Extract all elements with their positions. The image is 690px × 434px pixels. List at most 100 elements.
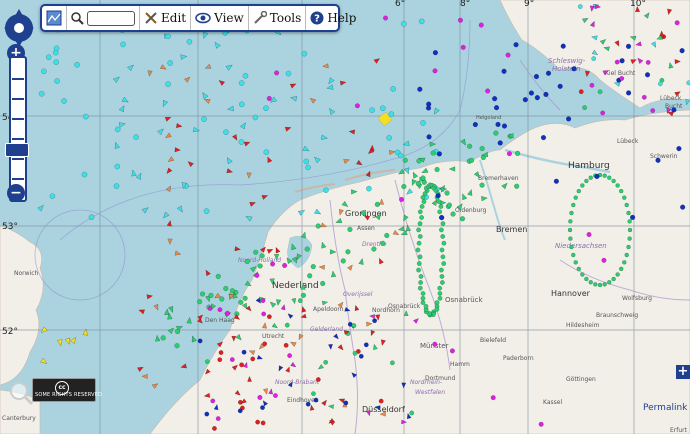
vessel-dot-icon[interactable] — [297, 298, 303, 304]
vessel-dot-icon[interactable] — [490, 395, 496, 401]
vessel-dot-icon[interactable] — [301, 50, 308, 57]
vessel-dot-icon[interactable] — [266, 314, 272, 320]
vessel-dot-icon[interactable] — [263, 149, 270, 155]
vessel-dot-icon[interactable] — [351, 323, 357, 328]
vessel-dot-icon[interactable] — [479, 182, 485, 188]
vessel-dot-icon[interactable] — [114, 126, 121, 133]
vessel-dot-icon[interactable] — [582, 105, 588, 111]
vessel-dot-icon[interactable] — [485, 88, 491, 94]
vessel-dot-icon[interactable] — [560, 43, 566, 49]
vessel-dot-icon[interactable] — [417, 234, 423, 239]
vessel-dot-icon[interactable] — [607, 175, 612, 180]
vessel-dot-icon[interactable] — [588, 175, 593, 180]
vessel-dot-icon[interactable] — [372, 318, 378, 324]
vessel-dot-icon[interactable] — [383, 15, 389, 21]
vessel-dot-icon[interactable] — [201, 116, 207, 122]
vessel-dot-icon[interactable] — [602, 173, 607, 178]
vessel-dot-icon[interactable] — [114, 163, 121, 170]
vessel-dot-icon[interactable] — [197, 338, 203, 344]
vessel-dot-icon[interactable] — [439, 247, 445, 253]
vessel-dot-icon[interactable] — [196, 299, 203, 305]
vessel-dot-icon[interactable] — [593, 282, 598, 287]
vessel-dot-icon[interactable] — [45, 54, 52, 61]
vessel-dot-icon[interactable] — [384, 232, 390, 239]
vessel-dot-icon[interactable] — [223, 285, 229, 292]
vessel-dot-icon[interactable] — [459, 216, 466, 222]
vessel-dot-icon[interactable] — [420, 291, 426, 296]
vessel-dot-icon[interactable] — [260, 405, 265, 410]
vessel-dot-icon[interactable] — [419, 215, 425, 220]
vessel-dot-icon[interactable] — [584, 178, 589, 184]
vessel-dot-icon[interactable] — [597, 282, 603, 288]
vessel-dot-icon[interactable] — [578, 89, 584, 95]
vessel-dot-icon[interactable] — [568, 236, 573, 241]
vessel-dot-icon[interactable] — [389, 360, 395, 366]
vessel-dot-icon[interactable] — [626, 210, 631, 216]
vessel-dot-icon[interactable] — [257, 263, 263, 269]
vessel-dot-icon[interactable] — [568, 219, 573, 224]
vessel-dot-icon[interactable] — [229, 357, 235, 362]
vessel-dot-icon[interactable] — [244, 258, 250, 265]
vessel-dot-icon[interactable] — [167, 60, 173, 66]
vessel-dot-icon[interactable] — [417, 209, 423, 215]
vessel-dot-icon[interactable] — [625, 43, 632, 49]
vessel-dot-icon[interactable] — [274, 70, 280, 76]
vessel-dot-icon[interactable] — [569, 210, 574, 216]
vessel-dot-icon[interactable] — [323, 187, 329, 194]
vessel-dot-icon[interactable] — [626, 90, 632, 96]
vessel-dot-icon[interactable] — [439, 215, 445, 221]
vessel-dot-icon[interactable] — [437, 209, 443, 215]
vessel-dot-icon[interactable] — [415, 247, 421, 253]
vessel-dot-icon[interactable] — [416, 158, 422, 164]
vessel-dot-icon[interactable] — [421, 199, 427, 205]
vessel-dot-icon[interactable] — [160, 335, 166, 341]
vessel-dot-icon[interactable] — [418, 280, 424, 285]
vessel-dot-icon[interactable] — [457, 17, 463, 23]
vessel-dot-icon[interactable] — [674, 20, 680, 26]
vessel-dot-icon[interactable] — [446, 202, 453, 208]
vessel-dot-icon[interactable] — [186, 39, 193, 45]
vessel-dot-icon[interactable] — [345, 249, 351, 255]
vessel-dot-icon[interactable] — [467, 143, 473, 149]
vessel-dot-icon[interactable] — [580, 183, 585, 188]
vessel-dot-icon[interactable] — [208, 292, 214, 299]
vessel-dot-icon[interactable] — [420, 300, 426, 305]
vessel-dot-icon[interactable] — [438, 204, 444, 209]
vessel-dot-icon[interactable] — [311, 391, 316, 397]
vessel-dot-icon[interactable] — [237, 408, 243, 414]
vessel-dot-icon[interactable] — [586, 232, 592, 238]
vessel-dot-icon[interactable] — [441, 261, 447, 266]
vessel-dot-icon[interactable] — [615, 183, 620, 188]
vessel-dot-icon[interactable] — [255, 419, 261, 425]
vessel-dot-icon[interactable] — [671, 107, 677, 113]
vessel-dot-icon[interactable] — [450, 211, 456, 217]
vessel-dot-icon[interactable] — [534, 95, 540, 101]
vessel-dot-icon[interactable] — [624, 202, 629, 208]
vessel-dot-icon[interactable] — [165, 33, 171, 40]
map-canvas[interactable]: 54° 53° 52° 6° 8° 9° 10° Schleswig- Hols… — [0, 0, 690, 434]
vessel-dot-icon[interactable] — [238, 80, 245, 86]
vessel-dot-icon[interactable] — [204, 411, 210, 417]
vessel-dot-icon[interactable] — [310, 264, 316, 270]
vessel-dot-icon[interactable] — [576, 188, 581, 194]
vessel-dot-icon[interactable] — [478, 22, 484, 28]
vessel-dot-icon[interactable] — [215, 416, 221, 421]
vessel-dot-icon[interactable] — [252, 114, 259, 121]
vessel-dot-icon[interactable] — [543, 91, 549, 98]
vessel-dot-icon[interactable] — [174, 343, 180, 349]
vessel-dot-icon[interactable] — [113, 183, 120, 189]
vessel-dot-icon[interactable] — [360, 210, 367, 216]
vessel-dot-icon[interactable] — [354, 103, 360, 109]
zoom-out-button[interactable]: − — [7, 184, 25, 202]
vessel-dot-icon[interactable] — [624, 252, 629, 258]
vessel-dot-icon[interactable] — [495, 121, 501, 128]
vessel-dot-icon[interactable] — [224, 310, 230, 316]
cc-license-badge[interactable]: cc SOME RIGHTS RESERVED — [32, 378, 102, 402]
vessel-dot-icon[interactable] — [557, 83, 563, 89]
help-button[interactable]: ? Help — [306, 6, 360, 30]
vessel-dot-icon[interactable] — [165, 81, 171, 87]
vessel-dot-icon[interactable] — [573, 260, 578, 265]
vessel-dot-icon[interactable] — [199, 291, 206, 297]
vessel-dot-icon[interactable] — [242, 73, 249, 79]
vessel-dot-icon[interactable] — [300, 292, 307, 298]
